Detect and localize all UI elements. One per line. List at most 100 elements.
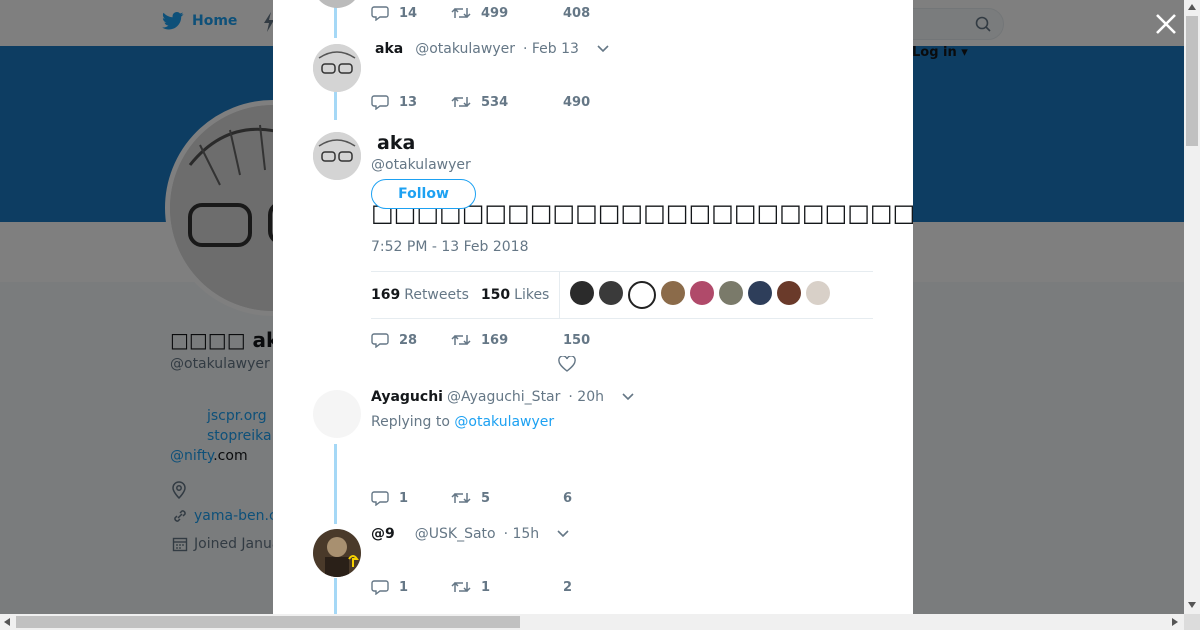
liker-avatar[interactable] (661, 281, 686, 305)
reply-button[interactable]: 1 (371, 579, 451, 595)
liker-avatar[interactable] (748, 281, 773, 305)
liker-avatar[interactable] (806, 281, 831, 305)
like-count: 408 (563, 5, 591, 21)
like-count: 490 (563, 94, 591, 110)
like-button[interactable]: 2 (563, 580, 572, 595)
like-button[interactable]: 6 (563, 491, 572, 506)
reply-icon (371, 580, 389, 595)
replying-to-link[interactable]: @otakulawyer (454, 414, 554, 430)
scroll-right-icon[interactable] (1172, 618, 1178, 626)
retweet-icon (451, 492, 471, 504)
thread-line (334, 444, 337, 524)
thread-line (334, 92, 337, 120)
retweet-button[interactable]: 1 (451, 579, 563, 595)
vertical-scrollbar[interactable] (1184, 0, 1200, 614)
reply-icon (371, 491, 389, 506)
avatar[interactable] (313, 44, 361, 92)
likes-stat-label: Likes (514, 287, 550, 303)
replying-to: Replying to @otakulawyer (371, 414, 554, 430)
tweet-header: Ayaguchi @Ayaguchi_Star · 20h (371, 389, 634, 405)
tweet-actions: 14 499 408 (371, 5, 590, 21)
retweet-count: 5 (481, 490, 491, 506)
reply-button[interactable]: 1 (371, 490, 451, 506)
tweet-date[interactable]: · 20h (568, 389, 604, 405)
avatar[interactable] (313, 390, 361, 438)
retweet-count: 499 (481, 5, 509, 21)
avatar[interactable] (313, 0, 361, 8)
tweet-date[interactable]: · Feb 13 (523, 41, 579, 57)
retweet-button[interactable]: 169 (451, 332, 563, 348)
like-button[interactable]: 408 (563, 6, 590, 21)
liker-avatar[interactable] (777, 281, 802, 305)
liker-avatar[interactable] (570, 281, 595, 305)
tweet-author-handle[interactable]: @Ayaguchi_Star (447, 389, 560, 405)
like-button[interactable]: 150 (563, 333, 590, 348)
tweet-author-name[interactable]: aka (375, 41, 403, 57)
retweet-icon (451, 581, 471, 593)
like-button[interactable]: 490 (563, 95, 590, 110)
reply-count: 13 (399, 94, 418, 110)
liker-avatar[interactable] (599, 281, 624, 305)
scroll-down-icon[interactable] (1188, 602, 1196, 608)
chevron-down-icon[interactable] (557, 530, 569, 538)
retweets-stat-count: 169 (371, 287, 401, 303)
scrollbar-corner (1184, 614, 1200, 630)
retweet-button[interactable]: 5 (451, 490, 563, 506)
tweet-actions: 1 5 6 (371, 490, 572, 506)
replying-to-prefix: Replying to (371, 414, 450, 430)
like-count: 2 (563, 579, 573, 595)
retweets-stat[interactable]: 169 Retweets (371, 287, 469, 303)
thread-line (334, 578, 337, 614)
retweet-count: 1 (481, 579, 491, 595)
scroll-up-icon[interactable] (1188, 4, 1196, 10)
tweet-author-handle[interactable]: @otakulawyer (415, 41, 515, 57)
liker-avatar[interactable] (690, 281, 715, 305)
like-count: 6 (563, 490, 573, 506)
follow-button[interactable]: Follow (371, 179, 476, 209)
reply-count: 28 (399, 332, 418, 348)
tweet-actions: 1 1 2 (371, 579, 572, 595)
main-tweet-timestamp[interactable]: 7:52 PM - 13 Feb 2018 (371, 239, 529, 255)
tweet-author-name[interactable]: Ayaguchi (371, 389, 443, 405)
reply-icon (371, 333, 389, 348)
chevron-down-icon[interactable] (597, 45, 609, 53)
reply-count: 14 (399, 5, 418, 21)
tweet-author-name[interactable]: @9 (371, 526, 395, 542)
retweet-icon (451, 334, 471, 346)
like-count: 150 (563, 332, 591, 348)
reply-button[interactable]: 13 (371, 94, 451, 110)
heart-icon[interactable] (558, 356, 576, 372)
tweet-actions: 13 534 490 (371, 94, 590, 110)
vertical-scroll-thumb[interactable] (1186, 16, 1198, 146)
horizontal-scroll-thumb[interactable] (16, 616, 520, 628)
tweet-header: aka @otakulawyer · Feb 13 (375, 41, 609, 57)
tweet-header: @9 @USK_Sato · 15h (371, 526, 569, 542)
retweet-count: 534 (481, 94, 509, 110)
likes-stat-count: 150 (480, 287, 511, 303)
tweet-modal: 14 499 408 aka @otakulawyer · Feb 13 13 … (273, 0, 913, 614)
reply-icon (371, 95, 389, 110)
avatar[interactable] (313, 529, 361, 577)
tweet-author-handle[interactable]: @USK_Sato (415, 526, 496, 542)
reply-count: 1 (399, 490, 409, 506)
retweet-button[interactable]: 534 (451, 94, 563, 110)
reply-button[interactable]: 28 (371, 332, 451, 348)
chevron-down-icon[interactable] (622, 393, 634, 401)
main-tweet-author-handle[interactable]: @otakulawyer (371, 157, 471, 173)
liker-avatars (570, 281, 831, 309)
avatar[interactable] (313, 132, 361, 180)
horizontal-scrollbar[interactable] (0, 614, 1184, 630)
retweet-icon (451, 7, 471, 19)
stats-divider (559, 272, 561, 318)
likes-stat[interactable]: 150 Likes (481, 287, 549, 303)
reply-icon (371, 6, 389, 21)
main-tweet-author-name[interactable]: aka (377, 132, 415, 154)
retweet-button[interactable]: 499 (451, 5, 563, 21)
reply-button[interactable]: 14 (371, 5, 451, 21)
liker-avatar[interactable] (719, 281, 744, 305)
tweet-date[interactable]: · 15h (504, 526, 540, 542)
scroll-left-icon[interactable] (4, 618, 10, 626)
retweet-icon (451, 96, 471, 108)
close-icon[interactable] (1153, 11, 1179, 37)
liker-avatar[interactable] (628, 281, 657, 309)
